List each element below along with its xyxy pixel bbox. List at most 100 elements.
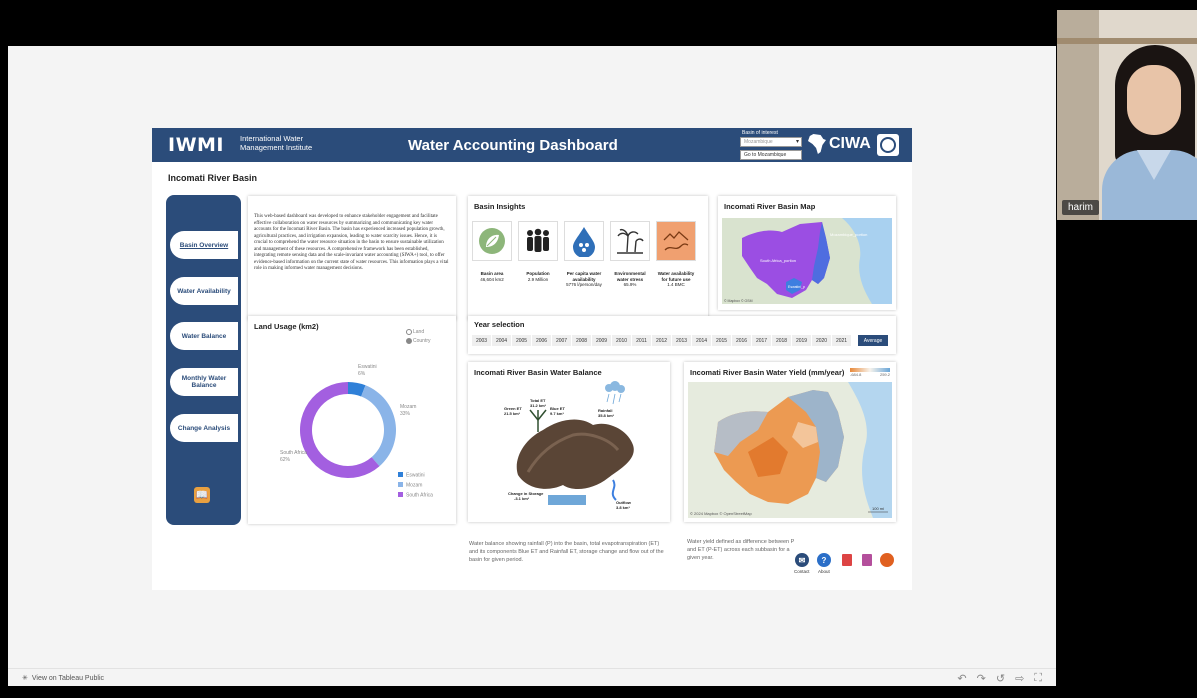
water-drop-icon <box>564 221 604 261</box>
donut-label-0: Eswatini <box>358 364 377 370</box>
year-button[interactable]: 2004 <box>492 335 511 346</box>
legend-swatch-1 <box>398 482 403 487</box>
svg-text:31.2 km³: 31.2 km³ <box>530 403 547 408</box>
year-button[interactable]: 2013 <box>672 335 691 346</box>
svg-text:-3.1 km³: -3.1 km³ <box>514 496 530 501</box>
view-on-tableau-link[interactable]: ✳ View on Tableau Public <box>22 674 104 683</box>
tableau-footer: ✳ View on Tableau Public ↶ ↷ ↺ ⇨ ⛶ <box>8 668 1056 686</box>
year-button[interactable]: 2014 <box>692 335 711 346</box>
year-button[interactable]: 2008 <box>572 335 591 346</box>
nav-monthly-water-balance[interactable]: Monthly Water Balance <box>170 368 238 396</box>
right-black-panel <box>1057 220 1197 698</box>
year-button[interactable]: 2011 <box>632 335 651 346</box>
basin-map-title: Incomati River Basin Map <box>724 202 816 211</box>
donut-slice-1[interactable] <box>361 385 396 467</box>
year-button[interactable]: 2015 <box>712 335 731 346</box>
legend-swatch-0 <box>398 472 403 477</box>
legend-swatch-2 <box>398 492 403 497</box>
year-button[interactable]: 2009 <box>592 335 611 346</box>
donut-value-0: 6% <box>358 371 366 377</box>
basin-map[interactable]: Mozambique_portion South Africa_portion … <box>722 218 892 304</box>
cloud-icon <box>605 381 625 393</box>
year-button[interactable]: 2018 <box>772 335 791 346</box>
basin-map-card: Incomati River Basin Map Mozambique_port… <box>718 196 896 310</box>
year-button[interactable]: 2016 <box>732 335 751 346</box>
contact-icon[interactable]: ✉ <box>795 553 809 567</box>
redo-icon[interactable]: ↷ <box>977 672 986 685</box>
map-label-eswatini: Eswatini_p <box>788 285 805 289</box>
about-icon[interactable]: ? <box>817 553 831 567</box>
yield-map-credit: © 2024 Mapbox © OpenStreetMap <box>690 511 752 516</box>
goto-basin-button[interactable]: Go to Mozambique <box>740 150 802 160</box>
land-usage-card: Land Usage (km2) Land Country Eswatini 6%… <box>248 316 456 524</box>
basin-select-value: Mozambique <box>744 139 773 145</box>
iwmi-name: International Water Management Institute <box>240 134 313 152</box>
book-reader-icon[interactable]: 📖 <box>194 487 210 503</box>
pdf-icon[interactable] <box>842 554 852 566</box>
water-yield-map[interactable]: © 2024 Mapbox © OpenStreetMap 100 mi <box>688 382 892 518</box>
donut-value-2: 62% <box>280 457 291 463</box>
year-button[interactable]: 2017 <box>752 335 771 346</box>
year-button[interactable]: 2005 <box>512 335 531 346</box>
insight-population: Population 2.9 Million <box>518 221 558 282</box>
water-yield-caption: Water yield defined as difference betwee… <box>687 539 795 561</box>
chevron-down-icon: ▾ <box>795 139 799 145</box>
radio-land[interactable]: Land <box>406 328 431 337</box>
about-label: About <box>818 569 830 574</box>
office-icon[interactable] <box>880 553 894 567</box>
water-yield-title: Incomati River Basin Water Yield (mm/yea… <box>690 368 845 377</box>
donut-value-1: 33% <box>400 411 411 417</box>
year-button[interactable]: 2021 <box>832 335 851 346</box>
people-icon <box>518 221 558 261</box>
nav-basin-overview[interactable]: Basin Overview <box>170 231 238 259</box>
intro-card: This web-based dashboard was developed t… <box>248 196 456 320</box>
scale-bar-label: 100 mi <box>872 506 884 511</box>
nav-change-analysis[interactable]: Change Analysis <box>170 414 238 442</box>
dashboard-header: IWMI International Water Management Inst… <box>152 128 912 162</box>
iwmi-logo: IWMI <box>168 134 225 156</box>
ppt-icon[interactable] <box>862 554 872 566</box>
year-button[interactable]: 2003 <box>472 335 491 346</box>
svg-text:3.8 km³: 3.8 km³ <box>616 505 630 510</box>
river-icon <box>656 221 696 261</box>
year-button[interactable]: 2007 <box>552 335 571 346</box>
basin-insights-title: Basin Insights <box>474 202 526 211</box>
basin-insights-card: Basin Insights Basin area 46,604 km2 Popu… <box>468 196 708 320</box>
svg-text:35.8 km³: 35.8 km³ <box>598 413 615 418</box>
nav-water-balance[interactable]: Water Balance <box>170 322 238 350</box>
year-button[interactable]: 2012 <box>652 335 671 346</box>
dashboard: IWMI International Water Management Inst… <box>152 128 912 590</box>
year-selection-card: Year selection 2003 2004 2005 2006 2007 2008 2… <box>468 316 896 354</box>
land-usage-title: Land Usage (km2) <box>254 322 319 331</box>
leaf-icon <box>472 221 512 261</box>
participant-name-tag: harim <box>1062 200 1100 215</box>
insight-future-use: Water availability for future use 1.4 BMC <box>656 221 696 288</box>
year-button[interactable]: 2006 <box>532 335 551 346</box>
year-selection-title: Year selection <box>474 320 525 329</box>
year-button[interactable]: 2020 <box>812 335 831 346</box>
donut-label-2: South Africa <box>280 450 307 456</box>
radio-country[interactable]: Country <box>406 337 431 346</box>
dashboard-title: Water Accounting Dashboard <box>408 137 618 154</box>
fullscreen-icon[interactable]: ⛶ <box>1034 672 1042 685</box>
intro-text: This web-based dashboard was developed t… <box>254 214 449 271</box>
water-balance-card: Incomati River Basin Water Balance Rainf… <box>468 362 670 522</box>
year-average-button[interactable]: Average <box>858 335 888 346</box>
tableau-icon: ✳ <box>22 675 28 682</box>
year-button[interactable]: 2019 <box>792 335 811 346</box>
legend-label-2: South Africa <box>406 493 433 499</box>
svg-text:21.5 km³: 21.5 km³ <box>504 411 521 416</box>
legend-label-1: Mozam <box>406 483 422 489</box>
water-balance-caption: Water balance showing rainfall (P) into … <box>469 541 664 563</box>
land-usage-donut-chart[interactable]: Eswatini6%Mozam33%South Africa62%Eswatin… <box>248 346 456 524</box>
ciwa-logo: CIWA <box>808 134 871 154</box>
revert-icon[interactable]: ↺ <box>996 672 1005 685</box>
undo-icon[interactable]: ↶ <box>957 672 966 685</box>
map-credit: © Mapbox © OSM <box>724 299 753 303</box>
year-button[interactable]: 2010 <box>612 335 631 346</box>
donut-label-1: Mozam <box>400 404 416 410</box>
share-icon[interactable]: ⇨ <box>1015 672 1024 685</box>
viewer-controls: ↶ ↷ ↺ ⇨ ⛶ <box>957 672 1042 685</box>
basin-select[interactable]: Mozambique ▾ <box>740 137 802 147</box>
nav-water-availability[interactable]: Water Availability <box>170 277 238 305</box>
